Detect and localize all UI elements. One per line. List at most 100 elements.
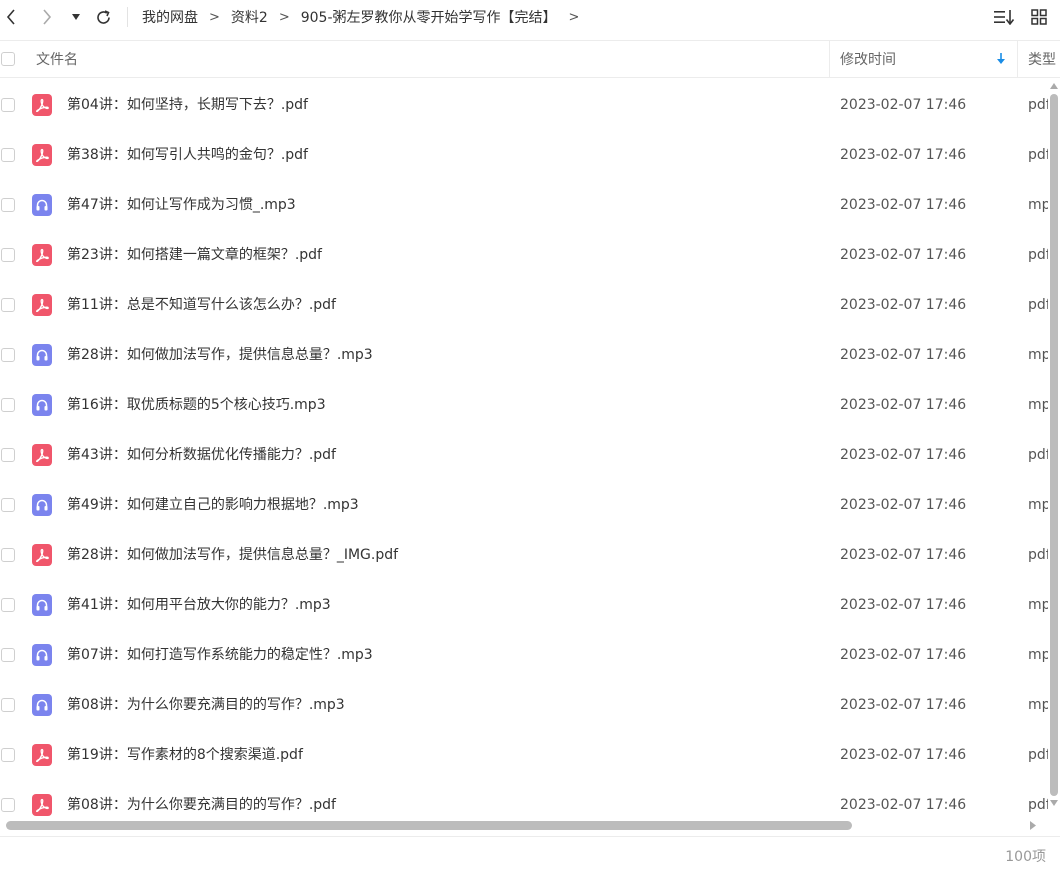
table-row[interactable]: 第16讲：取优质标题的5个核心技巧.mp3 2023-02-07 17:46 mp3 [0, 380, 1048, 430]
row-checkbox[interactable] [1, 498, 15, 512]
horizontal-scrollbar-thumb[interactable] [6, 821, 852, 830]
row-checkbox[interactable] [1, 698, 15, 712]
sort-button[interactable] [992, 0, 1016, 34]
table-row[interactable]: 第04讲：如何坚持，长期写下去？.pdf 2023-02-07 17:46 pdf [0, 80, 1048, 130]
file-type: pdf [1028, 297, 1048, 313]
row-checkbox[interactable] [1, 548, 15, 562]
breadcrumb-item-folder[interactable]: 资料2 [231, 7, 268, 27]
row-checkbox[interactable] [1, 398, 15, 412]
file-modified-time: 2023-02-07 17:46 [840, 597, 967, 613]
row-checkbox[interactable] [1, 748, 15, 762]
scroll-right-arrow-icon[interactable] [1030, 821, 1036, 830]
caret-down-icon [72, 14, 80, 20]
file-modified-time: 2023-02-07 17:46 [840, 347, 967, 363]
row-checkbox[interactable] [1, 198, 15, 212]
table-row[interactable]: 第23讲：如何搭建一篇文章的框架？.pdf 2023-02-07 17:46 pdf [0, 230, 1048, 280]
file-name[interactable]: 第08讲：为什么你要充满目的的写作？.pdf [67, 780, 336, 820]
file-name[interactable]: 第08讲：为什么你要充满目的的写作？.mp3 [67, 680, 345, 730]
file-modified-time: 2023-02-07 17:46 [840, 497, 967, 513]
file-type: pdf [1028, 247, 1048, 263]
file-list: 第04讲：如何坚持，长期写下去？.pdf2023-02-07 17:46pdf第… [0, 80, 1048, 820]
row-checkbox[interactable] [1, 148, 15, 162]
column-header-modified[interactable]: 修改时间 [840, 41, 896, 77]
row-checkbox[interactable] [1, 448, 15, 462]
table-row[interactable]: 第08讲：为什么你要充满目的的写作？.pdf 2023-02-07 17:46 pd… [0, 780, 1048, 820]
row-checkbox[interactable] [1, 648, 15, 662]
column-header-type[interactable]: 类型 [1028, 41, 1056, 77]
row-checkbox[interactable] [1, 798, 15, 812]
pdf-file-icon [32, 94, 52, 116]
file-name[interactable]: 第23讲：如何搭建一篇文章的框架？.pdf [67, 230, 322, 280]
table-row[interactable]: 第47讲：如何让写作成为习惯_.mp3 2023-02-07 17:46 mp3 [0, 180, 1048, 230]
breadcrumb-item-root[interactable]: 我的网盘 [142, 7, 198, 27]
pdf-file-icon [32, 444, 52, 466]
file-modified-time: 2023-02-07 17:46 [840, 447, 967, 463]
scroll-up-arrow-icon[interactable] [1050, 83, 1058, 89]
toolbar-divider [127, 7, 128, 27]
column-header-name[interactable]: 文件名 [36, 41, 78, 77]
vertical-scrollbar[interactable] [1048, 80, 1060, 820]
scroll-down-arrow-icon[interactable] [1050, 800, 1058, 806]
row-checkbox[interactable] [1, 298, 15, 312]
table-row[interactable]: 第38讲：如何写引人共鸣的金句？.pdf 2023-02-07 17:46 pdf [0, 130, 1048, 180]
file-type: pdf [1028, 97, 1048, 113]
file-name[interactable]: 第38讲：如何写引人共鸣的金句？.pdf [67, 130, 308, 180]
file-type: pdf [1028, 447, 1048, 463]
vertical-scrollbar-thumb[interactable] [1050, 94, 1058, 796]
table-row[interactable]: 第28讲：如何做加法写作，提供信息总量？_IMG.pdf 2023-02-07 1… [0, 530, 1048, 580]
file-modified-time: 2023-02-07 17:46 [840, 747, 967, 763]
breadcrumb-separator: > [209, 9, 220, 25]
audio-file-icon [32, 394, 52, 416]
refresh-icon [96, 9, 110, 24]
table-row[interactable]: 第11讲：总是不知道写什么该怎么办？.pdf 2023-02-07 17:46 pd… [0, 280, 1048, 330]
pdf-file-icon [32, 244, 52, 266]
pdf-file-icon [32, 294, 52, 316]
row-checkbox[interactable] [1, 98, 15, 112]
item-count: 100项 [1005, 849, 1046, 865]
file-name[interactable]: 第43讲：如何分析数据优化传播能力？.pdf [67, 430, 336, 480]
table-row[interactable]: 第19讲：写作素材的8个搜索渠道.pdf 2023-02-07 17:46 pdf [0, 730, 1048, 780]
file-name[interactable]: 第19讲：写作素材的8个搜索渠道.pdf [67, 730, 303, 780]
file-name[interactable]: 第28讲：如何做加法写作，提供信息总量？_IMG.pdf [67, 530, 398, 580]
forward-button[interactable] [36, 0, 58, 34]
table-row[interactable]: 第07讲：如何打造写作系统能力的稳定性？.mp3 2023-02-07 17:46… [0, 630, 1048, 680]
pdf-file-icon [32, 744, 52, 766]
file-name[interactable]: 第04讲：如何坚持，长期写下去？.pdf [67, 80, 308, 130]
file-type: mp3 [1028, 197, 1048, 213]
pdf-file-icon [32, 544, 52, 566]
horizontal-scrollbar[interactable] [0, 818, 1048, 834]
file-type: mp3 [1028, 697, 1048, 713]
table-row[interactable]: 第08讲：为什么你要充满目的的写作？.mp3 2023-02-07 17:46 mp… [0, 680, 1048, 730]
back-button[interactable] [0, 0, 22, 34]
history-dropdown-button[interactable] [68, 0, 84, 34]
file-modified-time: 2023-02-07 17:46 [840, 397, 967, 413]
table-row[interactable]: 第43讲：如何分析数据优化传播能力？.pdf 2023-02-07 17:46 pd… [0, 430, 1048, 480]
row-checkbox[interactable] [1, 348, 15, 362]
file-name[interactable]: 第16讲：取优质标题的5个核心技巧.mp3 [67, 380, 326, 430]
table-row[interactable]: 第49讲：如何建立自己的影响力根据地？.mp3 2023-02-07 17:46 m… [0, 480, 1048, 530]
file-modified-time: 2023-02-07 17:46 [840, 697, 967, 713]
file-name[interactable]: 第28讲：如何做加法写作，提供信息总量？.mp3 [67, 330, 373, 380]
file-name[interactable]: 第07讲：如何打造写作系统能力的稳定性？.mp3 [67, 630, 373, 680]
breadcrumb-expand-button[interactable]: > [569, 10, 580, 25]
file-name[interactable]: 第49讲：如何建立自己的影响力根据地？.mp3 [67, 480, 359, 530]
refresh-button[interactable] [92, 0, 114, 34]
file-name[interactable]: 第11讲：总是不知道写什么该怎么办？.pdf [67, 280, 336, 330]
table-row[interactable]: 第28讲：如何做加法写作，提供信息总量？.mp3 2023-02-07 17:46… [0, 330, 1048, 380]
row-checkbox[interactable] [1, 248, 15, 262]
file-type: pdf [1028, 797, 1048, 813]
file-name[interactable]: 第41讲：如何用平台放大你的能力？.mp3 [67, 580, 331, 630]
breadcrumb-item-current[interactable]: 905-粥左罗教你从零开始学写作【完结】 [301, 7, 557, 27]
select-all-checkbox[interactable] [1, 52, 15, 66]
file-list-header: 文件名 修改时间 类型 [0, 40, 1060, 78]
file-type: mp3 [1028, 647, 1048, 663]
file-type: mp3 [1028, 397, 1048, 413]
grid-view-button[interactable] [1028, 0, 1050, 34]
audio-file-icon [32, 594, 52, 616]
column-divider[interactable] [1017, 41, 1018, 77]
row-checkbox[interactable] [1, 598, 15, 612]
file-type: mp3 [1028, 347, 1048, 363]
table-row[interactable]: 第41讲：如何用平台放大你的能力？.mp3 2023-02-07 17:46 mp3 [0, 580, 1048, 630]
column-divider[interactable] [829, 41, 830, 77]
file-name[interactable]: 第47讲：如何让写作成为习惯_.mp3 [67, 180, 296, 230]
